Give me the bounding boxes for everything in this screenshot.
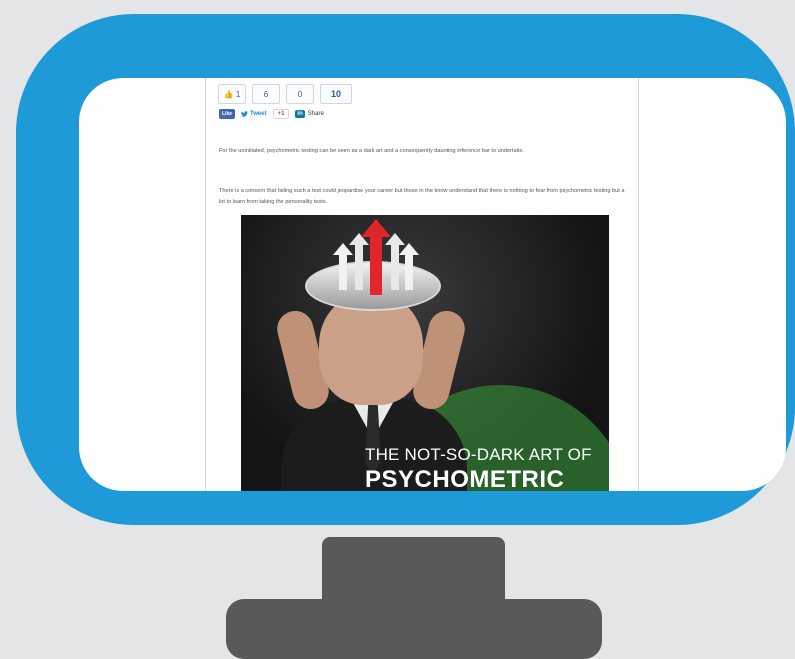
tweet-button[interactable]: Tweet [241,111,267,117]
article-paragraph-2: There is a concern that failing such a t… [219,187,625,205]
arrows-icon [333,219,419,295]
share-count-row: 👍 1 6 0 10 [218,84,352,104]
gplus-button[interactable]: +1 [272,109,290,119]
facebook-like-button[interactable]: Like [219,109,236,119]
tweet-label: Tweet [250,111,267,117]
monitor-screen: 👍 1 6 0 10 Like Tweet +1 in Share For th… [79,78,786,491]
like-count-button[interactable]: 👍 1 [218,84,246,104]
image-title-line1: THE NOT-SO-DARK ART OF [365,445,592,464]
tweet-count-button[interactable]: 6 [252,84,280,104]
article-hero-image: THE NOT-SO-DARK ART OF PSYCHOMETRIC [241,215,609,491]
monitor-stand-base [226,599,602,659]
linkedin-icon: in [295,110,305,118]
total-share-count: 10 [320,84,352,104]
monitor-bezel: 👍 1 6 0 10 Like Tweet +1 in Share For th… [16,14,795,525]
social-buttons-row: Like Tweet +1 in Share [219,109,324,119]
linkedin-share-label: Share [307,111,324,117]
gplus-count-button[interactable]: 0 [286,84,314,104]
image-title-line2: PSYCHOMETRIC [365,466,565,491]
twitter-bird-icon [241,111,249,117]
linkedin-share-button[interactable]: in Share [295,110,324,118]
article-paragraph-1: For the uninitiated, psychometric testin… [219,147,525,154]
article-page: 👍 1 6 0 10 Like Tweet +1 in Share For th… [205,78,639,491]
